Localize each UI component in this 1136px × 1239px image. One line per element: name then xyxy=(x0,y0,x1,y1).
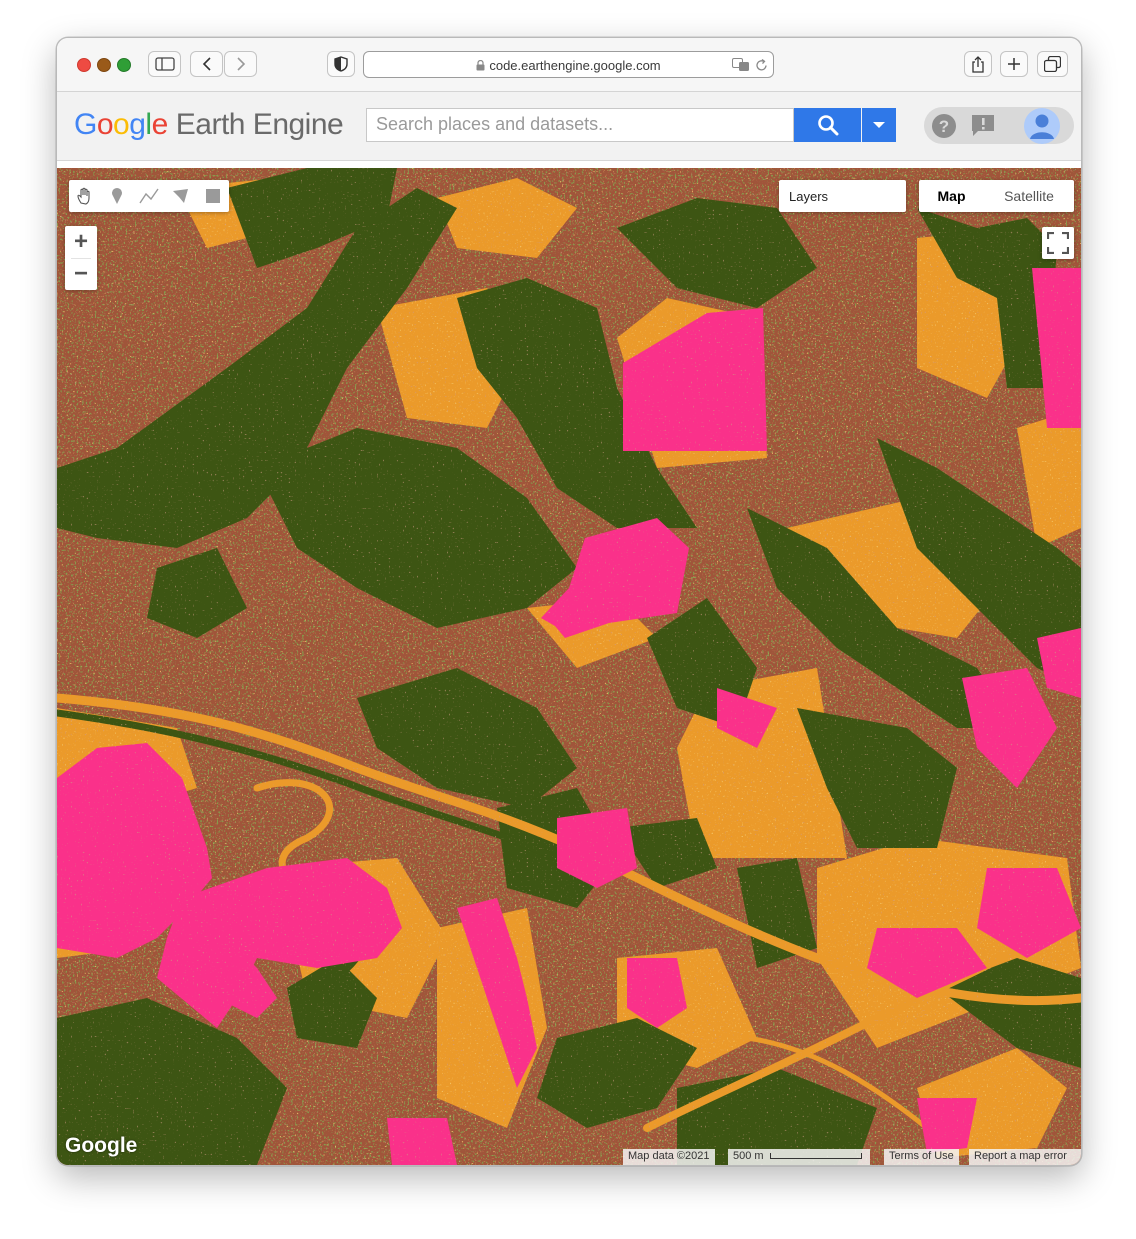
plus-icon xyxy=(1008,58,1020,70)
layers-button[interactable]: Layers xyxy=(779,180,906,212)
scale-bar-ruler xyxy=(769,1153,862,1160)
classification-layer xyxy=(57,168,1081,1165)
caret-down-icon xyxy=(873,122,885,128)
logo-letter: o xyxy=(96,108,114,141)
map-type-map-button[interactable]: Map xyxy=(919,180,984,212)
logo-letter: G xyxy=(74,108,97,141)
sidebar-icon xyxy=(154,57,175,71)
zoom-divider xyxy=(71,258,91,259)
feedback-icon[interactable] xyxy=(970,113,996,139)
search-button[interactable] xyxy=(794,108,861,142)
hand-icon xyxy=(77,187,90,205)
chevron-left-icon xyxy=(202,57,211,71)
draw-rectangle-tool[interactable] xyxy=(197,180,229,212)
product-name: Earth Engine xyxy=(175,108,344,141)
search-options-button[interactable] xyxy=(862,108,896,142)
translate-icon[interactable] xyxy=(732,58,750,72)
search-input[interactable] xyxy=(367,109,795,139)
minimize-window-button[interactable] xyxy=(97,58,111,72)
draw-polygon-tool[interactable] xyxy=(165,180,197,212)
fullscreen-button[interactable] xyxy=(1042,227,1074,259)
marker-icon xyxy=(112,188,122,204)
address-bar[interactable]: code.earthengine.google.com xyxy=(363,51,774,78)
search-box xyxy=(366,108,795,142)
search-icon xyxy=(817,115,838,136)
report-map-error-link[interactable]: Report a map error xyxy=(969,1149,1081,1165)
shield-icon xyxy=(334,56,348,72)
line-icon xyxy=(139,188,159,204)
logo-letter: e xyxy=(151,108,169,141)
terms-of-use-link[interactable]: Terms of Use xyxy=(884,1149,959,1165)
google-watermark: Google xyxy=(65,1134,138,1157)
new-tab-button[interactable] xyxy=(1000,51,1028,77)
rectangle-icon xyxy=(206,189,220,203)
tab-overview-button[interactable] xyxy=(1037,51,1068,77)
logo-letter: o xyxy=(113,108,130,141)
earth-engine-header: GoogleEarth Engine ? xyxy=(57,92,1081,221)
zoom-control: + − xyxy=(65,226,97,290)
back-button[interactable] xyxy=(190,51,223,77)
zoom-in-button[interactable]: + xyxy=(65,226,97,258)
share-icon xyxy=(972,55,984,73)
close-window-button[interactable] xyxy=(77,58,91,72)
share-button[interactable] xyxy=(964,51,992,77)
drawing-tools xyxy=(69,180,229,212)
sidebar-toggle-button[interactable] xyxy=(148,51,181,77)
browser-window: code.earthengine.google.com Google Earth… xyxy=(56,37,1082,1166)
map-type-control: Map Satellite xyxy=(919,180,1074,212)
fullscreen-icon xyxy=(1047,232,1069,254)
map-canvas[interactable]: + − Layers Map Satellite Google Map data… xyxy=(57,168,1081,1165)
google-wordmark: Google xyxy=(74,108,168,141)
map-data-attribution: Map data ©2021 xyxy=(623,1149,715,1165)
url-text: code.earthengine.google.com xyxy=(489,58,661,73)
add-marker-tool[interactable] xyxy=(101,180,133,212)
lock-icon xyxy=(476,59,485,71)
zoom-window-button[interactable] xyxy=(117,58,131,72)
reload-icon[interactable] xyxy=(756,59,768,72)
svg-text:?: ? xyxy=(939,117,949,136)
draw-line-tool[interactable] xyxy=(133,180,165,212)
forward-button[interactable] xyxy=(224,51,257,77)
chevron-right-icon xyxy=(236,57,245,71)
header-actions: ? xyxy=(924,107,1074,144)
pan-tool[interactable] xyxy=(69,180,101,212)
privacy-report-button[interactable] xyxy=(327,51,355,77)
earth-engine-logo[interactable]: Google Earth Engine xyxy=(74,108,344,142)
tabs-icon xyxy=(1044,56,1061,72)
help-icon[interactable]: ? xyxy=(931,113,957,139)
browser-toolbar: code.earthengine.google.com xyxy=(57,38,1081,92)
scale-bar[interactable]: 500 m xyxy=(728,1149,870,1165)
zoom-out-button[interactable]: − xyxy=(65,258,97,290)
map-type-satellite-button[interactable]: Satellite xyxy=(984,180,1074,212)
account-avatar-icon[interactable] xyxy=(1023,107,1061,145)
logo-letter: g xyxy=(129,108,146,141)
polygon-icon xyxy=(173,189,188,203)
scale-label: 500 m xyxy=(733,1150,764,1162)
